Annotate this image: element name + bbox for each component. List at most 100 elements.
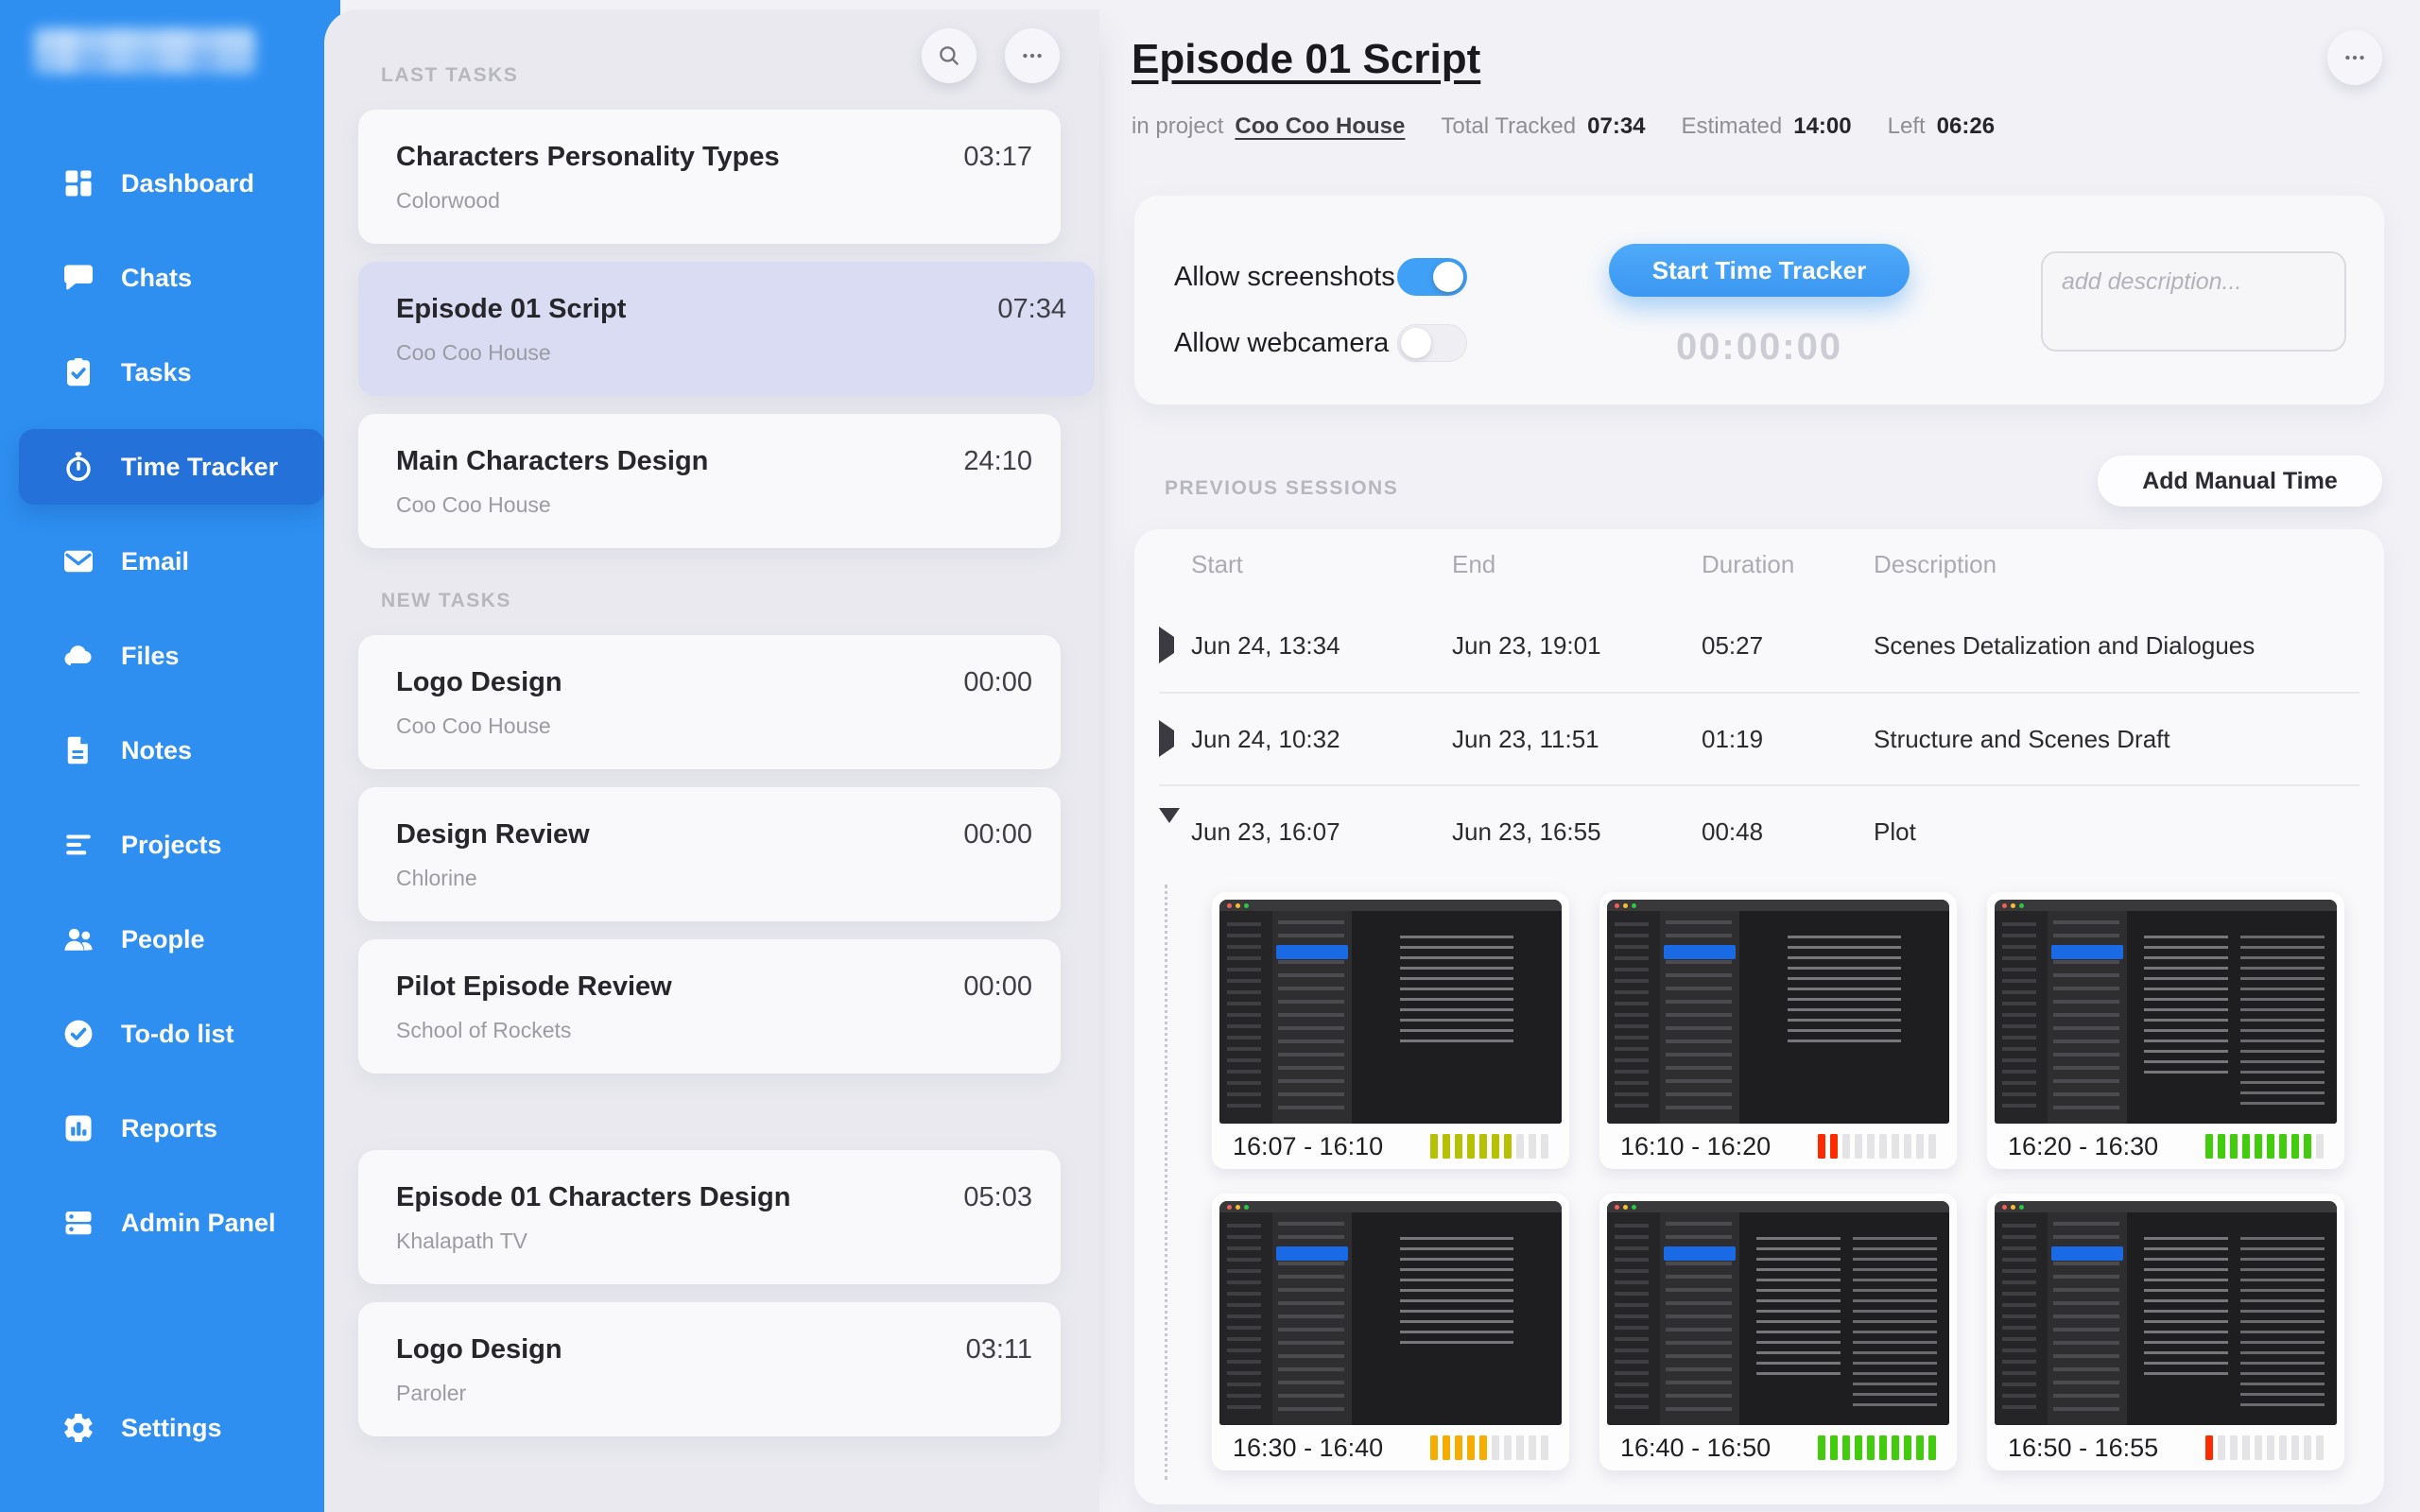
- description-input[interactable]: [2041, 251, 2346, 352]
- task-card[interactable]: Characters Personality Types 03:17 Color…: [358, 110, 1061, 244]
- thumb-editor: [2127, 911, 2337, 1124]
- sidebar-item-label: Files: [121, 642, 180, 671]
- sidebar-item-label: Time Tracker: [121, 453, 278, 482]
- session-row[interactable]: Jun 24, 10:32 Jun 23, 11:51 01:19 Struct…: [1159, 692, 2360, 784]
- task-card[interactable]: Logo Design 03:11 Paroler: [358, 1302, 1061, 1436]
- screenshot-time-range: 16:07 - 16:10: [1233, 1132, 1383, 1161]
- timer-display: 00:00:00: [1609, 326, 1910, 369]
- session-description: Plot: [1874, 817, 2360, 847]
- task-card-header: Episode 01 Characters Design 05:03: [396, 1182, 1032, 1213]
- start-time-tracker-button[interactable]: Start Time Tracker: [1609, 244, 1910, 297]
- session-screenshot[interactable]: 16:20 - 16:30: [1987, 892, 2344, 1169]
- sidebar-item-chats[interactable]: Chats: [19, 240, 324, 316]
- expand-toggle-icon[interactable]: [1159, 823, 1191, 840]
- thumb-editor: [1739, 911, 1949, 1124]
- screenshot-thumbnail: [1995, 1201, 2337, 1425]
- expand-toggle-icon[interactable]: [1159, 730, 1191, 747]
- task-card[interactable]: Pilot Episode Review 00:00 School of Roc…: [358, 939, 1061, 1074]
- task-card[interactable]: Main Characters Design 24:10 Coo Coo Hou…: [358, 414, 1061, 548]
- sidebar-item-to-do-list[interactable]: To-do list: [19, 996, 324, 1072]
- gear-icon: [61, 1411, 95, 1445]
- session-screenshot[interactable]: 16:10 - 16:20: [1599, 892, 1957, 1169]
- sidebar-item-label: Admin Panel: [121, 1209, 276, 1238]
- session-screenshot[interactable]: 16:07 - 16:10: [1212, 892, 1569, 1169]
- main-area: LAST TASKS Characters Personality Types …: [324, 9, 2420, 1512]
- sidebar-item-settings[interactable]: Settings: [19, 1390, 324, 1466]
- sidebar-item-reports[interactable]: Reports: [19, 1091, 324, 1166]
- session-screenshot[interactable]: 16:40 - 16:50: [1599, 1194, 1957, 1470]
- task-project: Coo Coo House: [396, 713, 1032, 739]
- task-card[interactable]: Episode 01 Characters Design 05:03 Khala…: [358, 1150, 1061, 1284]
- people-icon: [61, 922, 95, 956]
- total-tracked-value: 07:34: [1587, 113, 1645, 140]
- session-row[interactable]: Jun 23, 16:07 Jun 23, 16:55 00:48 Plot: [1159, 784, 2360, 877]
- task-card-header: Logo Design 03:11: [396, 1334, 1032, 1366]
- thumb-menubar: [1219, 1201, 1562, 1212]
- tracker-controls-card: Allow screenshots Allow webcamera Start …: [1134, 196, 2384, 404]
- task-tracked-time: 00:00: [963, 667, 1032, 698]
- toggle-knob: [1401, 328, 1431, 358]
- task-project: Paroler: [396, 1381, 1032, 1406]
- task-card-header: Characters Personality Types 03:17: [396, 142, 1032, 173]
- task-card[interactable]: Logo Design 00:00 Coo Coo House: [358, 635, 1061, 769]
- session-start: Jun 23, 16:07: [1191, 817, 1452, 847]
- allow-screenshots-toggle[interactable]: [1397, 258, 1467, 296]
- task-section: LAST TASKS Characters Personality Types …: [324, 64, 1099, 548]
- previous-sessions-label: PREVIOUS SESSIONS: [1165, 477, 1398, 500]
- thumb-body: [1607, 1212, 1949, 1425]
- sidebar-item-projects[interactable]: Projects: [19, 807, 324, 883]
- screenshot-caption: 16:30 - 16:40: [1212, 1425, 1569, 1470]
- thumb-sidebar: [1219, 1212, 1272, 1425]
- add-manual-time-button[interactable]: Add Manual Time: [2098, 455, 2382, 507]
- tasks-icon: [61, 355, 95, 389]
- allow-webcamera-label: Allow webcamera: [1174, 328, 1397, 359]
- task-card[interactable]: Episode 01 Script 07:34 Coo Coo House: [358, 262, 1095, 396]
- screenshot-caption: 16:07 - 16:10: [1212, 1124, 1569, 1169]
- sidebar-item-notes[interactable]: Notes: [19, 713, 324, 788]
- task-card-header: Design Review 00:00: [396, 819, 1032, 850]
- email-icon: [61, 544, 95, 578]
- sidebar-item-email[interactable]: Email: [19, 524, 324, 599]
- sessions-rows: Jun 24, 13:34 Jun 23, 19:01 05:27 Scenes…: [1159, 599, 2360, 877]
- session-start: Jun 24, 13:34: [1191, 631, 1452, 661]
- session-row[interactable]: Jun 24, 13:34 Jun 23, 19:01 05:27 Scenes…: [1159, 599, 2360, 692]
- sidebar-item-label: Projects: [121, 831, 222, 860]
- session-screenshot[interactable]: 16:50 - 16:55: [1987, 1194, 2344, 1470]
- admin-panel-icon: [61, 1206, 95, 1240]
- detail-more-button[interactable]: [2327, 30, 2382, 85]
- session-screenshot[interactable]: 16:30 - 16:40: [1212, 1194, 1569, 1470]
- sidebar-item-dashboard[interactable]: Dashboard: [19, 146, 324, 221]
- thumb-body: [1995, 911, 2337, 1124]
- screenshot-thumbnail: [1995, 900, 2337, 1124]
- sidebar-item-admin-panel[interactable]: Admin Panel: [19, 1185, 324, 1261]
- task-title: Design Review: [396, 819, 590, 850]
- allow-webcamera-toggle[interactable]: [1397, 324, 1467, 362]
- session-start: Jun 24, 10:32: [1191, 725, 1452, 754]
- task-project: Chlorine: [396, 866, 1032, 891]
- sidebar-item-tasks[interactable]: Tasks: [19, 335, 324, 410]
- allow-screenshots-label: Allow screenshots: [1174, 262, 1397, 293]
- project-link[interactable]: Coo Coo House: [1235, 113, 1405, 140]
- screenshot-caption: 16:10 - 16:20: [1599, 1124, 1957, 1169]
- page-title: Episode 01 Script: [1132, 36, 1480, 83]
- app-logo: [34, 28, 255, 74]
- expand-toggle-icon[interactable]: [1159, 637, 1191, 654]
- sessions-table: Start End Duration Description Jun 24, 1…: [1159, 529, 2360, 877]
- thumb-sidebar: [1219, 911, 1272, 1124]
- sidebar-item-people[interactable]: People: [19, 902, 324, 977]
- thumb-menubar: [1995, 900, 2337, 911]
- task-project: School of Rockets: [396, 1018, 1032, 1043]
- session-end: Jun 23, 19:01: [1452, 631, 1702, 661]
- task-tracked-time: 03:17: [963, 142, 1032, 173]
- task-title: Logo Design: [396, 1334, 562, 1366]
- task-tracked-time: 00:00: [963, 819, 1032, 850]
- thumb-sidebar: [1607, 911, 1660, 1124]
- activity-bar: [2205, 1134, 2324, 1159]
- task-card[interactable]: Design Review 00:00 Chlorine: [358, 787, 1061, 921]
- sessions-table-card: Start End Duration Description Jun 24, 1…: [1134, 529, 2384, 1504]
- sidebar-item-time-tracker[interactable]: Time Tracker: [19, 429, 324, 505]
- task-tracked-time: 00:00: [963, 971, 1032, 1003]
- sidebar-item-files[interactable]: Files: [19, 618, 324, 694]
- sidebar-nav: Dashboard Chats Tasks Time Tracker Email…: [0, 146, 324, 1512]
- task-project: Khalapath TV: [396, 1228, 1032, 1254]
